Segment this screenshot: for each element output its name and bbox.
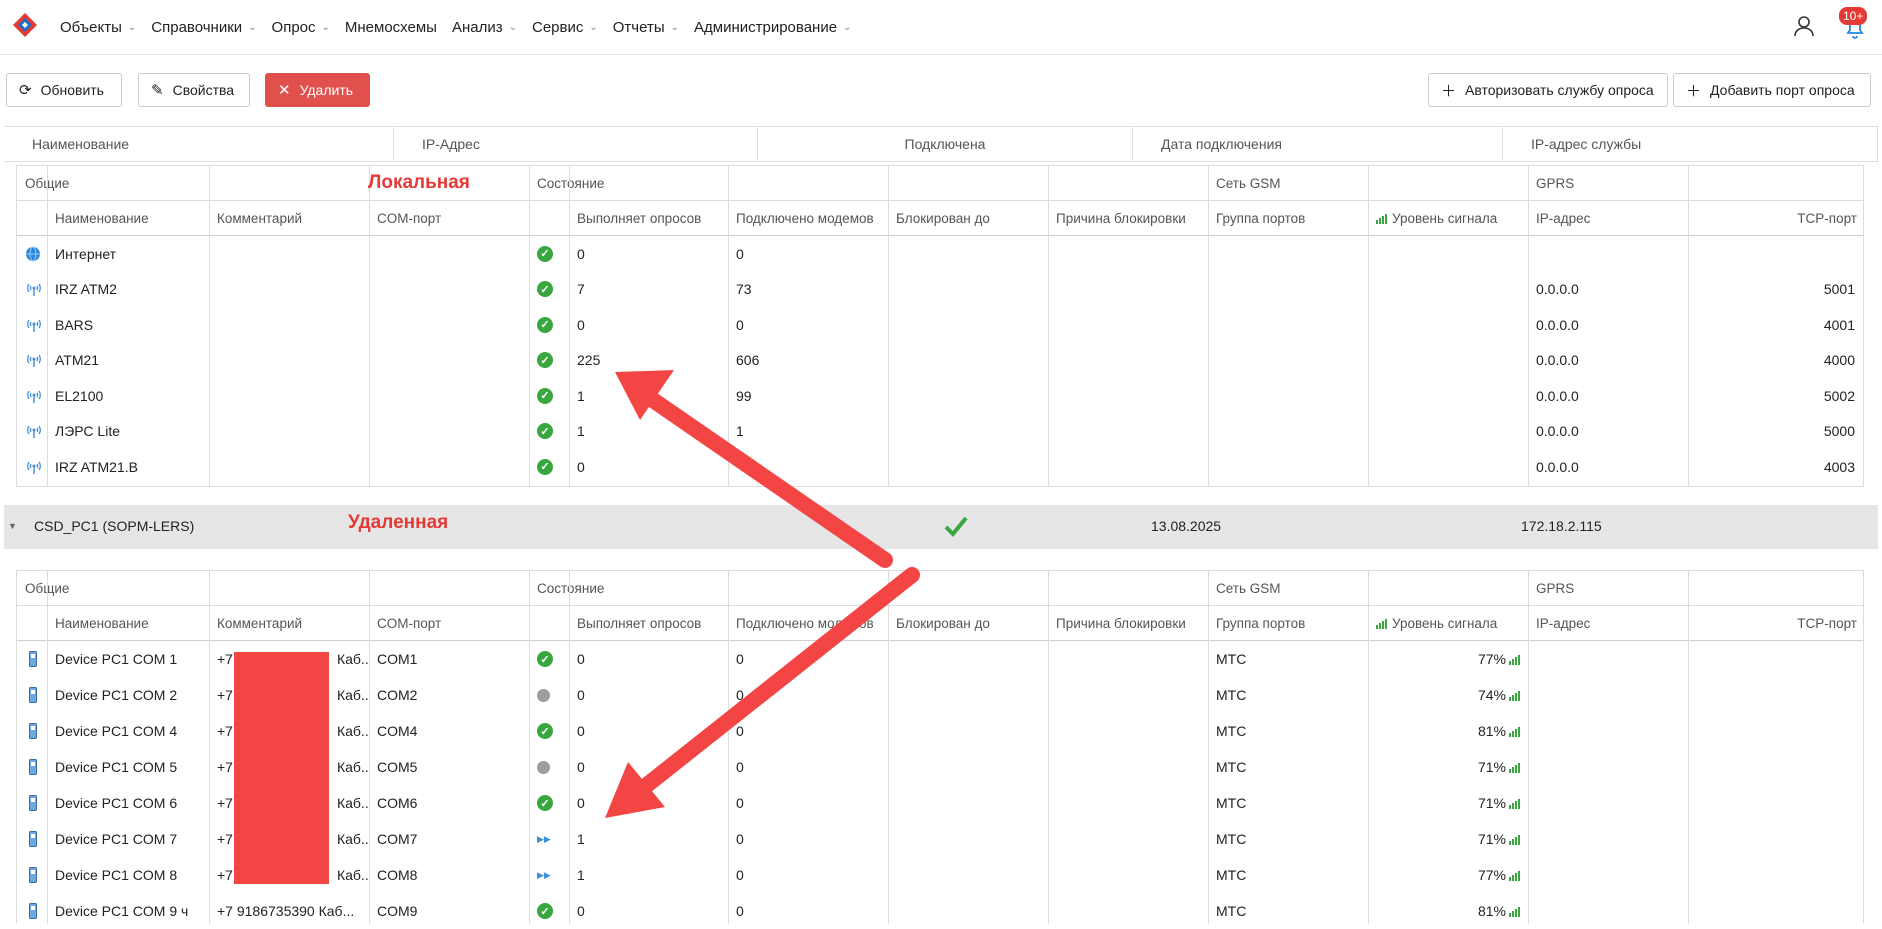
arrow-to-local — [615, 370, 893, 568]
arrow-to-remote — [605, 567, 920, 818]
annotation-arrows — [605, 370, 920, 818]
